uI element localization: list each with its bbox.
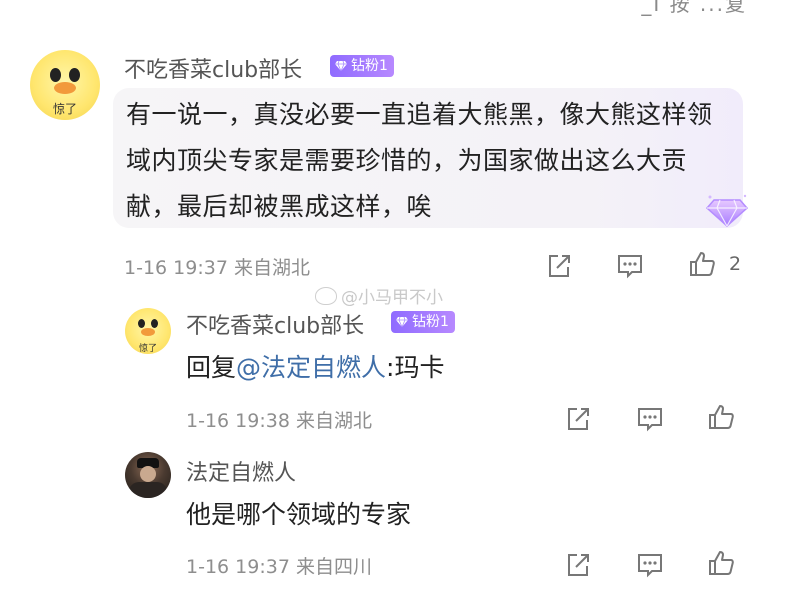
comment-icon[interactable] xyxy=(636,551,664,579)
diamond-icon xyxy=(335,60,347,72)
reply-username[interactable]: 不吃香菜club部长 xyxy=(186,308,364,340)
badge-label: 钻粉1 xyxy=(412,314,449,330)
avatar[interactable]: 惊了 xyxy=(30,50,100,120)
share-icon[interactable] xyxy=(564,405,592,433)
reply-text: 他是哪个领域的专家 xyxy=(186,500,412,529)
like-count: 2 xyxy=(729,253,742,275)
watermark: @小马甲不小 xyxy=(315,283,443,308)
top-cut-label: _I 按 ...复 xyxy=(641,0,747,16)
badge-label: 钻粉1 xyxy=(351,58,388,74)
mention-link[interactable]: @法定自燃人 xyxy=(236,353,386,382)
diamond-icon xyxy=(705,194,749,228)
reply-meta: 1-16 19:37 来自四川 xyxy=(186,556,372,578)
thumbs-up-icon[interactable] xyxy=(688,250,716,278)
comment-meta: 1-16 19:37 来自湖北 xyxy=(124,257,310,279)
comment-username[interactable]: 不吃香菜club部长 xyxy=(124,52,302,84)
avatar[interactable] xyxy=(125,452,171,498)
reply-text: 回复@法定自燃人:玛卡 xyxy=(186,348,444,384)
reply-prefix: 回复 xyxy=(186,353,237,382)
weibo-icon xyxy=(315,286,337,305)
fan-badge[interactable]: 钻粉1 xyxy=(330,55,394,77)
reply-body: :玛卡 xyxy=(386,353,445,382)
share-icon[interactable] xyxy=(564,551,592,579)
avatar[interactable]: 惊了 xyxy=(125,308,171,354)
diamond-icon xyxy=(396,316,408,328)
comment-thread: _I 按 ...复 惊了 不吃香菜club部长 钻粉1 有一说一，真没必要一直追… xyxy=(0,0,787,595)
fan-badge[interactable]: 钻粉1 xyxy=(391,311,455,333)
thumbs-up-icon[interactable] xyxy=(707,403,735,431)
avatar-caption: 惊了 xyxy=(138,344,157,354)
reply-meta: 1-16 19:38 来自湖北 xyxy=(186,410,372,432)
comment-icon[interactable] xyxy=(636,405,664,433)
reply-username[interactable]: 法定自燃人 xyxy=(186,455,296,487)
thumbs-up-icon[interactable] xyxy=(707,549,735,577)
comment-icon[interactable] xyxy=(616,252,644,280)
comment-text: 有一说一，真没必要一直追着大熊黑，像大熊这样领域内顶尖专家是需要珍惜的，为国家做… xyxy=(126,100,713,221)
share-icon[interactable] xyxy=(545,252,573,280)
avatar-caption: 惊了 xyxy=(52,102,77,116)
